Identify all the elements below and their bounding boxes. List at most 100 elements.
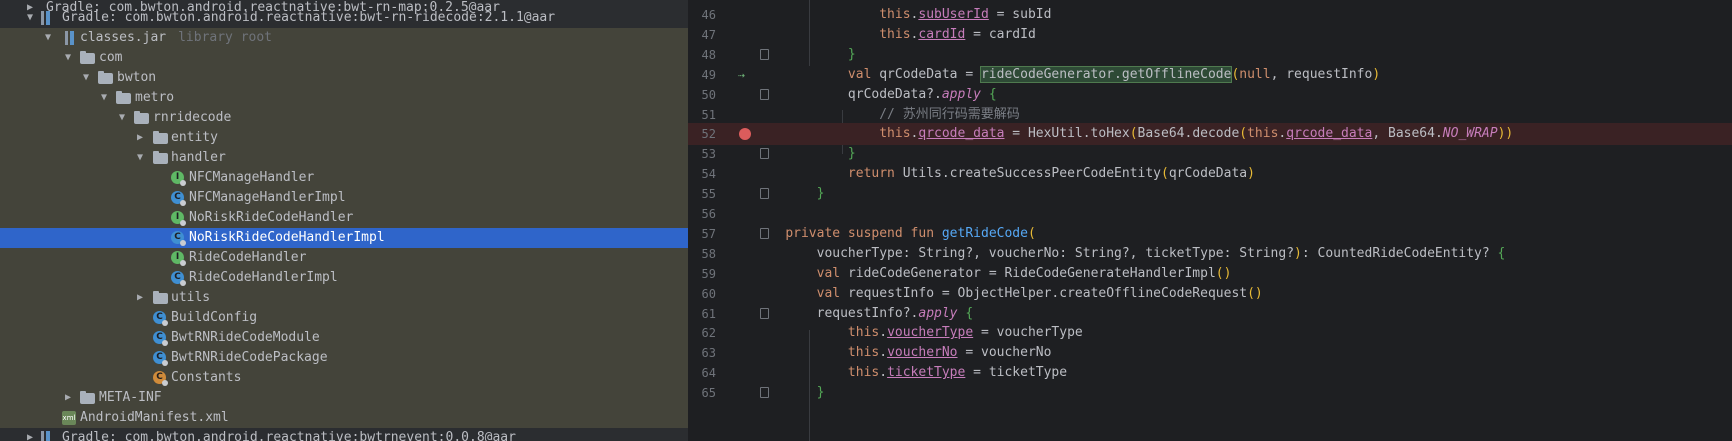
line-number[interactable]: 51 bbox=[688, 104, 716, 126]
class-icon: C bbox=[171, 231, 186, 246]
line-number[interactable]: 54 bbox=[688, 163, 716, 185]
tree-row-rnridecode[interactable]: ▼ rnridecode bbox=[0, 108, 688, 128]
code-line[interactable]: 47 this.cardId = cardId bbox=[688, 24, 1732, 46]
code-line[interactable]: 52 this.qrcode_data = HexUtil.toHex(Base… bbox=[688, 123, 1732, 146]
code-line[interactable]: 60 val requestInfo = ObjectHelper.create… bbox=[688, 283, 1732, 305]
code-line[interactable]: 49 ⇢ val qrCodeData = rideCodeGenerator.g… bbox=[688, 64, 1732, 86]
interface-icon: I bbox=[171, 251, 186, 266]
tree-row-gradle-ridecode[interactable]: ▼ Gradle: com.bwton.android.reactnative:… bbox=[0, 8, 688, 28]
code-token: private suspend fun bbox=[785, 225, 942, 241]
code-token: ( bbox=[1129, 126, 1138, 142]
tree-row-com[interactable]: ▼ com bbox=[0, 48, 688, 68]
line-number[interactable]: 57 bbox=[688, 223, 716, 245]
code-editor[interactable]: 46 this.subUserId = subId 47 this.cardId … bbox=[688, 0, 1732, 441]
tree-row-bwton[interactable]: ▼ bwton bbox=[0, 68, 688, 88]
step-marker-icon: ⇢ bbox=[738, 67, 746, 82]
line-number[interactable]: 59 bbox=[688, 263, 716, 285]
code-line[interactable]: 54 return Utils.createSuccessPeerCodeEnt… bbox=[688, 163, 1732, 185]
tree-row-classes-jar[interactable]: ▼ classes.jar library root bbox=[0, 28, 688, 48]
line-number[interactable]: 64 bbox=[688, 362, 716, 384]
line-number[interactable]: 61 bbox=[688, 303, 716, 325]
line-number[interactable]: 49 bbox=[688, 64, 716, 86]
code-token: voucherNo bbox=[887, 345, 958, 361]
chevron-right-icon[interactable]: ▶ bbox=[62, 388, 74, 408]
tree-row-meta-inf[interactable]: ▶ META-INF bbox=[0, 388, 688, 408]
tree-row-gradle-event[interactable]: ▶ Gradle: com.bwton.android.reactnative:… bbox=[0, 428, 688, 441]
code-line[interactable]: 46 this.subUserId = subId bbox=[688, 4, 1732, 26]
code-token: { bbox=[988, 86, 997, 102]
code-line[interactable]: 55 } bbox=[688, 183, 1732, 205]
folder-icon bbox=[153, 291, 168, 304]
line-number[interactable]: 56 bbox=[688, 203, 716, 225]
chevron-down-icon[interactable]: ▼ bbox=[98, 88, 110, 108]
tree-row-manifest[interactable]: xml AndroidManifest.xml bbox=[0, 408, 688, 428]
interface-icon: I bbox=[171, 211, 186, 226]
code-token: val bbox=[816, 265, 848, 281]
code-token: qrcode_data bbox=[918, 126, 1005, 142]
tree-row-handler[interactable]: ▼ handler bbox=[0, 148, 688, 168]
line-number[interactable]: 53 bbox=[688, 143, 716, 165]
tree-row-class[interactable]: I NoRiskRideCodeHandler bbox=[0, 208, 688, 228]
line-number[interactable]: 62 bbox=[688, 322, 716, 344]
line-number[interactable]: 55 bbox=[688, 183, 716, 205]
code-line[interactable]: 65 } bbox=[688, 382, 1732, 404]
code-token: ( bbox=[1161, 166, 1169, 182]
code-line[interactable]: 64 this.ticketType = ticketType bbox=[688, 362, 1732, 384]
tree-row-class[interactable]: C BuildConfig bbox=[0, 308, 688, 328]
tree-row-class[interactable]: C Constants bbox=[0, 368, 688, 388]
tree-row-metro[interactable]: ▼ metro bbox=[0, 88, 688, 108]
code-token: this bbox=[847, 325, 880, 341]
line-number[interactable]: 65 bbox=[688, 382, 716, 404]
code-text: } bbox=[754, 44, 856, 66]
code-line[interactable]: 59 val rideCodeGenerator = RideCodeGener… bbox=[688, 263, 1732, 285]
chevron-down-icon[interactable]: ▼ bbox=[24, 8, 36, 28]
folder-icon bbox=[116, 91, 131, 104]
code-line[interactable]: 48 } bbox=[688, 44, 1732, 66]
code-line[interactable]: 58 voucherType: String?, voucherNo: Stri… bbox=[688, 243, 1732, 265]
code-line[interactable]: 62 this.voucherType = voucherType bbox=[688, 322, 1732, 344]
chevron-right-icon[interactable]: ▶ bbox=[24, 428, 36, 441]
tree-row-class[interactable]: C BwtRNRideCodeModule bbox=[0, 328, 688, 348]
code-text: val requestInfo = ObjectHelper.createOff… bbox=[754, 283, 1263, 305]
chevron-down-icon[interactable]: ▼ bbox=[134, 148, 146, 168]
code-line[interactable]: 51 // 苏州同行码需要解码 bbox=[688, 104, 1732, 126]
code-token: requestInfo?. bbox=[754, 305, 919, 321]
tree-row-class[interactable]: C RideCodeHandlerImpl bbox=[0, 268, 688, 288]
line-number[interactable]: 63 bbox=[688, 342, 716, 364]
line-number[interactable]: 58 bbox=[688, 243, 716, 265]
line-number[interactable]: 60 bbox=[688, 283, 716, 305]
jar-icon bbox=[64, 31, 76, 45]
tree-row-class[interactable]: I RideCodeHandler bbox=[0, 248, 688, 268]
tree-row-utils[interactable]: ▶ utils bbox=[0, 288, 688, 308]
tree-row-class[interactable]: C BwtRNRideCodePackage bbox=[0, 348, 688, 368]
code-line[interactable]: 50 qrCodeData?.apply { bbox=[688, 84, 1732, 106]
folder-icon bbox=[153, 131, 168, 144]
chevron-right-icon[interactable]: ▶ bbox=[134, 288, 146, 308]
tree-row-class[interactable]: I NFCManageHandler bbox=[0, 168, 688, 188]
code-token: subUserId bbox=[918, 7, 989, 22]
code-line[interactable]: 57 private suspend fun getRideCode( bbox=[688, 223, 1732, 245]
chevron-down-icon[interactable]: ▼ bbox=[80, 68, 92, 88]
breakpoint-icon[interactable] bbox=[739, 128, 751, 141]
code-line[interactable]: 63 this.voucherNo = voucherNo bbox=[688, 342, 1732, 364]
tree-row-selected[interactable]: C NoRiskRideCodeHandlerImpl bbox=[0, 228, 688, 248]
line-number[interactable]: 46 bbox=[688, 4, 716, 26]
code-token: getRideCode bbox=[941, 225, 1028, 241]
chevron-right-icon[interactable]: ▶ bbox=[134, 128, 146, 148]
line-number[interactable]: 48 bbox=[688, 44, 716, 66]
tree-row-entity[interactable]: ▶ entity bbox=[0, 128, 688, 148]
chevron-down-icon[interactable]: ▼ bbox=[42, 28, 54, 48]
code-token: = ticketType bbox=[965, 365, 1068, 381]
line-number[interactable]: 50 bbox=[688, 84, 716, 106]
class-icon: C bbox=[171, 191, 186, 206]
code-line[interactable]: 56 bbox=[688, 203, 1732, 225]
chevron-down-icon[interactable]: ▼ bbox=[62, 48, 74, 68]
line-number[interactable]: 47 bbox=[688, 24, 716, 46]
chevron-down-icon[interactable]: ▼ bbox=[116, 108, 128, 128]
tree-row-class[interactable]: C NFCManageHandlerImpl bbox=[0, 188, 688, 208]
line-number[interactable]: 52 bbox=[688, 123, 716, 145]
code-line[interactable]: 53 } bbox=[688, 143, 1732, 165]
code-line[interactable]: 61 requestInfo?.apply { bbox=[688, 303, 1732, 325]
